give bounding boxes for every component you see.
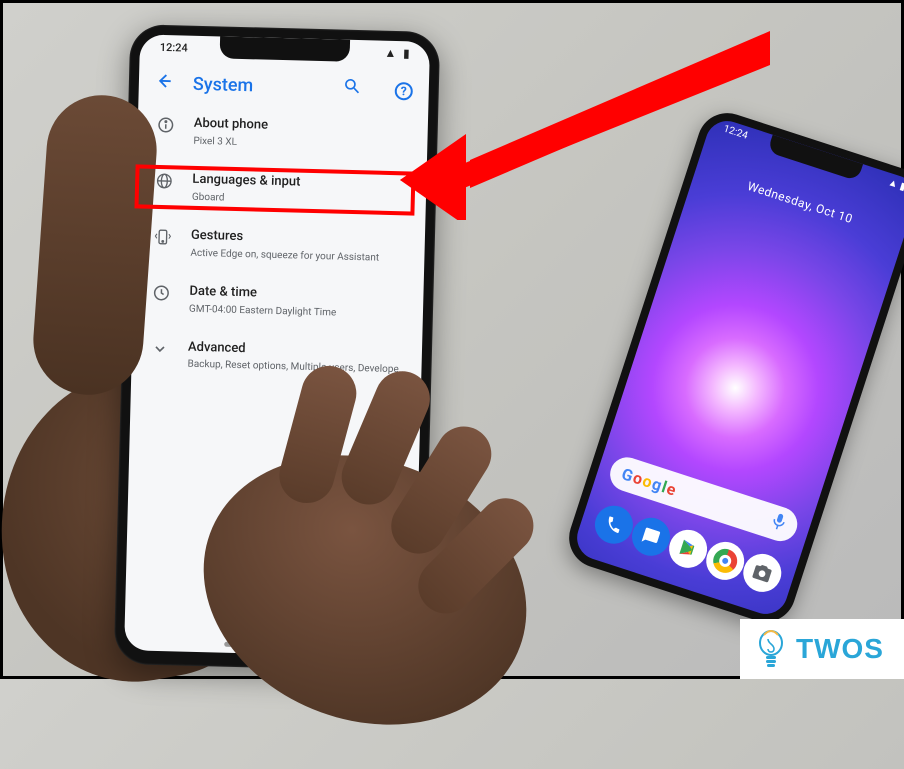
app-bar: System ? — [138, 58, 429, 110]
phone2-status-icons: ▲ ▮ — [887, 177, 904, 193]
page-title: System — [193, 73, 310, 97]
status-icons: ▲ ▮ — [380, 46, 410, 61]
phone2-notch — [767, 135, 863, 181]
info-icon — [156, 115, 177, 136]
phone2-screen: 12:24 ▲ ▮ Wednesday, Oct 10 Google — [571, 115, 904, 619]
phone1-notch — [220, 36, 351, 61]
help-button[interactable]: ? — [395, 78, 414, 99]
chevron-down-icon — [150, 338, 171, 359]
watermark-text: TWOS — [796, 633, 884, 665]
lightbulb-icon — [756, 629, 786, 669]
phone2-time: 12:24 — [722, 124, 749, 142]
status-time: 12:24 — [160, 40, 188, 54]
settings-item-advanced[interactable]: Advanced Backup, Reset options, Multiple… — [131, 326, 422, 389]
mic-icon[interactable] — [768, 511, 788, 536]
dock-phone-icon[interactable] — [590, 501, 638, 549]
dock-chrome-icon[interactable] — [701, 537, 749, 585]
back-button[interactable] — [155, 71, 174, 95]
globe-icon — [154, 171, 175, 192]
dock-camera-icon[interactable] — [738, 549, 786, 597]
thumb-left — [30, 92, 161, 399]
phone-device-secondary: 12:24 ▲ ▮ Wednesday, Oct 10 Google — [561, 105, 904, 629]
settings-item-about-phone[interactable]: About phone Pixel 3 XL — [137, 102, 428, 165]
battery-icon: ▮ — [403, 46, 410, 60]
clock-icon — [151, 282, 172, 303]
dock-messages-icon[interactable] — [627, 513, 675, 561]
settings-item-gestures[interactable]: Gestures Active Edge on, squeeze for you… — [134, 214, 425, 277]
settings-list: About phone Pixel 3 XL Languages & input… — [131, 102, 428, 389]
watermark: TWOS — [740, 619, 904, 679]
settings-item-date-time[interactable]: Date & time GMT-04:00 Eastern Daylight T… — [133, 270, 424, 333]
gestures-icon — [153, 226, 174, 247]
help-icon: ? — [395, 81, 413, 99]
signal-icon: ▲ — [384, 46, 396, 60]
search-button[interactable] — [343, 76, 362, 99]
dock-playstore-icon[interactable] — [664, 525, 712, 573]
settings-item-languages-input[interactable]: Languages & input Gboard — [135, 158, 426, 221]
